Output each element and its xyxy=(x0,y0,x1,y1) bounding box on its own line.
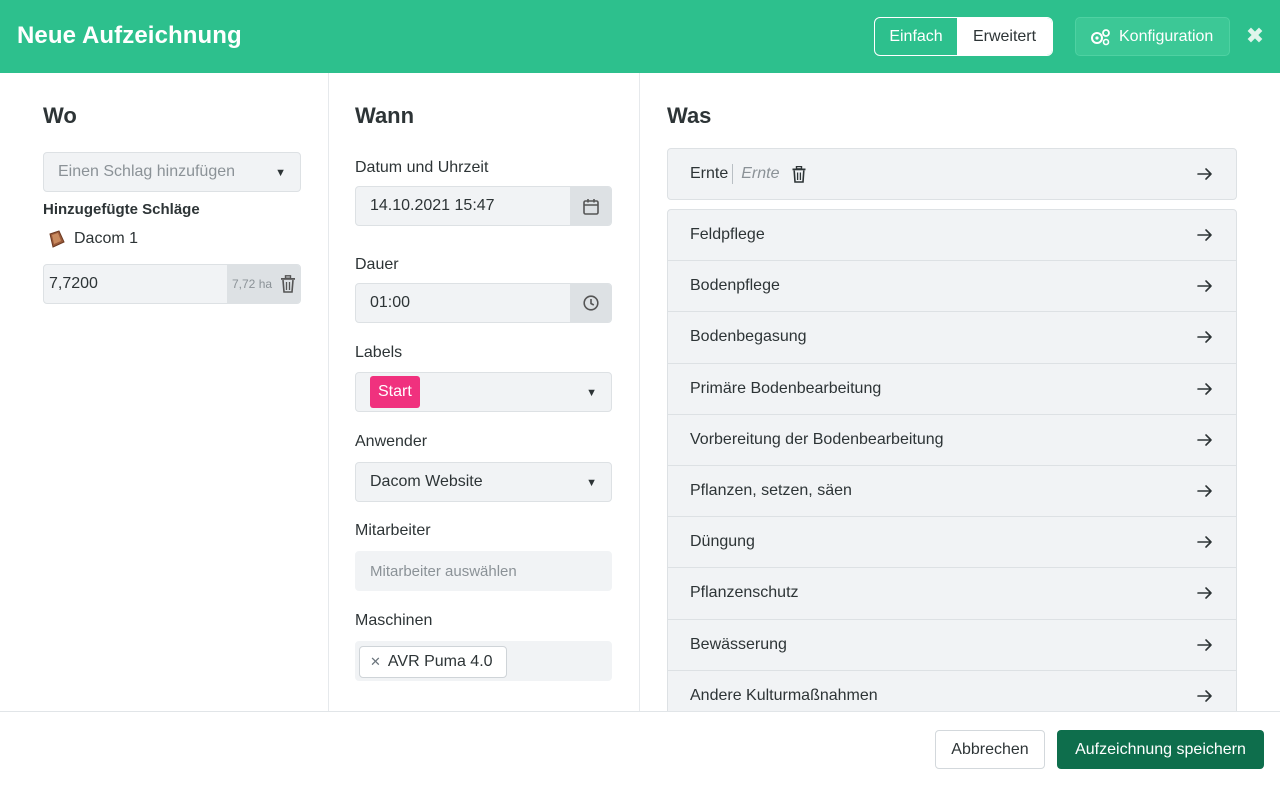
activity-list: Feldpflege Bodenpflege Bodenbegasung Pri… xyxy=(667,209,1237,711)
configuration-button[interactable]: Konfiguration xyxy=(1075,17,1230,56)
was-column: Was Ernte Ernte Feldpflege Bodenpflege B… xyxy=(640,73,1280,711)
clock-button[interactable] xyxy=(570,284,611,322)
arrow-right-icon xyxy=(1197,168,1212,180)
activity-item-label: Bodenpflege xyxy=(690,277,780,295)
area-hint: 7,72 ha xyxy=(232,277,273,291)
save-record-button[interactable]: Aufzeichnung speichern xyxy=(1057,730,1264,769)
activity-item[interactable]: Andere Kulturmaßnahmen xyxy=(668,671,1236,711)
activity-item-label: Primäre Bodenbearbeitung xyxy=(690,379,882,397)
activity-name-input[interactable]: Ernte xyxy=(741,165,779,183)
activity-item-label: Pflanzenschutz xyxy=(690,584,799,602)
activity-selected-item[interactable]: Ernte Ernte xyxy=(667,148,1237,200)
dialog-header: Neue Aufzeichnung Einfach Erweitert Konf… xyxy=(0,0,1280,73)
staff-label: Mitarbeiter xyxy=(355,522,431,539)
dialog-footer: Abbrechen Aufzeichnung speichern xyxy=(0,711,1280,800)
arrow-right-icon xyxy=(1197,434,1212,446)
clock-icon xyxy=(582,295,599,311)
field-select[interactable]: Einen Schlag hinzufügen ▼ xyxy=(43,152,301,192)
arrow-right-icon xyxy=(1197,587,1212,600)
activity-item[interactable]: Pflanzen, setzen, säen xyxy=(668,466,1236,518)
mode-advanced-button[interactable]: Erweitert xyxy=(957,18,1052,55)
labels-label: Labels xyxy=(355,344,403,361)
mode-toggle: Einfach Erweitert xyxy=(874,17,1053,56)
trash-icon[interactable] xyxy=(280,275,296,293)
area-input-group: 7,7200 7,72 ha xyxy=(43,264,301,304)
close-icon[interactable]: ✖ xyxy=(1245,25,1265,47)
duration-input-group: 01:00 xyxy=(355,283,612,323)
field-name: Dacom 1 xyxy=(74,230,139,247)
arrow-right-icon xyxy=(1197,689,1212,702)
activity-item[interactable]: Düngung xyxy=(668,517,1236,569)
added-field-item: Dacom 1 xyxy=(47,230,138,248)
was-heading: Was xyxy=(667,103,712,128)
user-label: Anwender xyxy=(355,433,428,450)
activity-selected-label: Ernte xyxy=(690,165,729,182)
activity-item-label: Bodenbegasung xyxy=(690,328,807,346)
labels-select[interactable]: Start ▼ xyxy=(355,372,612,412)
area-input[interactable]: 7,7200 xyxy=(44,265,227,303)
gears-icon xyxy=(1091,28,1110,45)
datetime-label: Datum und Uhrzeit xyxy=(355,159,489,176)
activity-item[interactable]: Bewässerung xyxy=(668,620,1236,671)
duration-label: Dauer xyxy=(355,256,399,273)
label-tag-start: Start xyxy=(370,376,420,408)
wann-heading: Wann xyxy=(355,103,415,128)
activity-item-label: Feldpflege xyxy=(690,226,765,244)
wo-heading: Wo xyxy=(43,103,77,128)
activity-item[interactable]: Bodenbegasung xyxy=(668,312,1236,364)
arrow-right-icon xyxy=(1197,280,1212,293)
machines-select[interactable]: ✕ AVR Puma 4.0 xyxy=(355,641,612,681)
activity-item[interactable]: Vorbereitung der Bodenbearbeitung xyxy=(668,415,1236,466)
duration-input[interactable]: 01:00 xyxy=(356,284,570,322)
arrow-right-icon xyxy=(1197,382,1212,395)
datetime-input-group: 14.10.2021 15:47 xyxy=(355,186,612,226)
user-select[interactable]: Dacom Website ▼ xyxy=(355,462,612,502)
arrow-right-icon xyxy=(1197,331,1212,344)
datetime-input[interactable]: 14.10.2021 15:47 xyxy=(356,187,570,225)
machines-label: Maschinen xyxy=(355,612,433,629)
arrow-right-icon xyxy=(1197,638,1212,651)
field-shape-icon xyxy=(49,230,65,248)
machine-chip: ✕ AVR Puma 4.0 xyxy=(359,646,507,678)
activity-item[interactable]: Pflanzenschutz xyxy=(668,568,1236,620)
mode-simple-button[interactable]: Einfach xyxy=(875,18,957,55)
cancel-button[interactable]: Abbrechen xyxy=(935,730,1045,769)
activity-item[interactable]: Feldpflege xyxy=(668,210,1236,262)
activity-item[interactable]: Bodenpflege xyxy=(668,261,1236,313)
trash-icon[interactable] xyxy=(792,165,806,183)
activity-item-label: Pflanzen, setzen, säen xyxy=(690,482,852,500)
activity-item-label: Andere Kulturmaßnahmen xyxy=(690,686,878,704)
arrow-right-icon xyxy=(1197,485,1212,497)
activity-item-label: Vorbereitung der Bodenbearbeitung xyxy=(690,430,944,448)
calendar-button[interactable] xyxy=(570,187,611,225)
field-select-placeholder: Einen Schlag hinzufügen xyxy=(58,163,236,180)
activity-item-label: Bewässerung xyxy=(690,635,787,653)
staff-select[interactable]: Mitarbeiter auswählen xyxy=(355,551,612,591)
activity-item[interactable]: Primäre Bodenbearbeitung xyxy=(668,364,1236,415)
wo-column: Wo Einen Schlag hinzufügen ▼ Hinzugefügt… xyxy=(0,73,329,711)
caret-down-icon: ▼ xyxy=(275,167,286,179)
staff-select-placeholder: Mitarbeiter auswählen xyxy=(370,562,517,580)
calendar-icon xyxy=(582,198,599,215)
activity-item-label: Düngung xyxy=(690,533,755,551)
divider xyxy=(732,164,734,184)
arrow-right-icon xyxy=(1197,229,1212,241)
user-select-value: Dacom Website xyxy=(370,473,483,490)
dialog-title: Neue Aufzeichnung xyxy=(17,22,242,49)
added-fields-heading: Hinzugefügte Schläge xyxy=(43,201,200,218)
configuration-label: Konfiguration xyxy=(1119,27,1214,45)
area-addon: 7,72 ha xyxy=(227,265,300,303)
caret-down-icon: ▼ xyxy=(586,477,597,489)
caret-down-icon: ▼ xyxy=(586,387,597,399)
machine-chip-label: AVR Puma 4.0 xyxy=(387,653,493,670)
arrow-right-icon xyxy=(1197,536,1212,549)
remove-chip-icon[interactable]: ✕ xyxy=(370,654,381,670)
